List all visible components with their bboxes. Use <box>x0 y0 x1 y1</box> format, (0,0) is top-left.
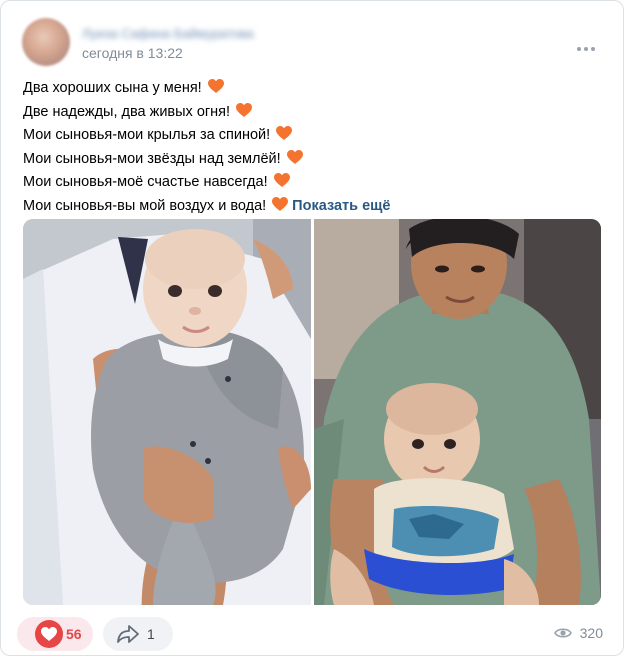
photo-teen-with-baby[interactable] <box>314 219 601 605</box>
photo-baby-held-by-man[interactable] <box>23 219 311 605</box>
orange-heart-icon <box>207 79 224 93</box>
eye-icon <box>553 628 572 638</box>
post-text-line: Мои сыновья-мои крылья за спиной! <box>23 124 603 148</box>
post-text-line: Мои сыновья-мои звёзды над землёй! <box>23 148 603 172</box>
post-footer: 56 1 320 <box>17 617 603 653</box>
orange-heart-icon <box>236 102 253 117</box>
orange-heart-icon <box>273 173 290 187</box>
author-avatar[interactable] <box>22 18 70 66</box>
like-button[interactable]: 56 <box>17 617 93 651</box>
show-more-link[interactable]: Показать ещё <box>292 198 390 214</box>
orange-heart-icon <box>276 126 293 140</box>
share-button[interactable]: 1 <box>103 617 173 651</box>
views-count: 320 <box>579 625 603 641</box>
post-card: Луиза Сафина Баймуратова сегодня в 13:22… <box>0 0 624 656</box>
like-count: 56 <box>66 626 82 642</box>
post-timestamp[interactable]: сегодня в 13:22 <box>82 45 183 61</box>
post-text-line: Две надежды, два живых огня! <box>23 101 603 125</box>
post-text: Два хороших сына у меня! Две надежды, дв… <box>23 77 603 218</box>
more-horizontal-icon[interactable] <box>577 38 599 51</box>
share-icon <box>117 625 139 643</box>
photo-grid <box>23 219 601 605</box>
share-count: 1 <box>147 626 155 642</box>
author-name[interactable]: Луиза Сафина Баймуратова <box>82 26 282 41</box>
orange-heart-icon <box>286 149 303 164</box>
orange-heart-icon <box>272 196 289 211</box>
post-text-line: Мои сыновья-вы мой воздух и вода! Показат… <box>23 196 391 214</box>
post-text-line: Два хороших сына у меня! <box>23 77 603 101</box>
views-counter: 320 <box>553 625 603 641</box>
post-header: Луиза Сафина Баймуратова сегодня в 13:22 <box>22 18 603 70</box>
heart-icon <box>35 620 63 648</box>
post-text-line: Мои сыновья-моё счастье навсегда! <box>23 171 603 195</box>
